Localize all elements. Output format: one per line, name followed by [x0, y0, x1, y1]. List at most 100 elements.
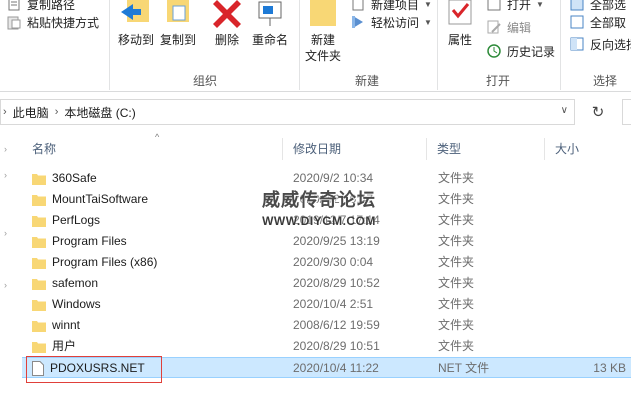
new-folder-button[interactable]: 新建 文件夹 [302, 0, 344, 64]
chevron-down-icon: ▼ [536, 0, 544, 9]
file-name: 360Safe [52, 171, 97, 185]
chevron-right-icon[interactable]: › [4, 280, 7, 290]
chevron-right-icon[interactable]: › [4, 170, 7, 180]
select-none-button[interactable]: 全部取 [569, 12, 626, 32]
column-type[interactable]: 类型 [427, 136, 544, 162]
file-name: 用户 [52, 339, 77, 353]
folder-icon [32, 173, 46, 185]
rename-button[interactable]: 重命名 [250, 0, 290, 48]
address-bar[interactable]: › 此电脑 › 本地磁盘 (C:) ∨ [0, 99, 575, 125]
edit-label: 编辑 [507, 20, 532, 35]
folder-icon [32, 215, 46, 227]
chevron-right-icon: › [3, 106, 7, 118]
file-name-cell: MountTaiSoftware [32, 189, 148, 210]
open-label: 打开 [507, 0, 532, 12]
move-to-icon [121, 0, 149, 22]
edit-icon [487, 20, 501, 34]
folder-icon [32, 320, 46, 332]
rename-label: 重命名 [251, 33, 288, 47]
file-row[interactable]: Program Files (x86) 2020/9/30 0:04 文件夹 [22, 252, 631, 273]
open-group-label: 打开 [485, 74, 510, 88]
file-row[interactable]: safemon 2020/8/29 10:52 文件夹 [22, 273, 631, 294]
file-date: 2019/12/7 17:14 [293, 213, 380, 227]
folder-icon [32, 278, 46, 290]
invert-selection-label: 反向选择 [590, 37, 631, 52]
file-name: safemon [52, 276, 99, 290]
select-all-icon [570, 0, 584, 11]
history-icon [487, 44, 501, 58]
easy-access-icon [352, 16, 363, 28]
ribbon: 复制路径 粘贴快捷方式 移动到 复制到 删除 重命名 组织 新建 文件夹 新建项… [0, 0, 631, 92]
chevron-down-icon: ▼ [424, 0, 432, 9]
file-name-cell: PerfLogs [32, 210, 100, 231]
file-type: NET 文件 [438, 361, 490, 375]
file-type: 文件夹 [438, 234, 475, 248]
folder-icon [32, 341, 46, 353]
file-name: Windows [52, 297, 101, 311]
file-row[interactable]: winnt 2008/6/12 19:59 文件夹 [22, 315, 631, 336]
file-size [556, 336, 626, 357]
new-folder-label: 新建 文件夹 [304, 33, 341, 63]
file-name: PerfLogs [52, 213, 101, 227]
refresh-button[interactable]: ↻ [582, 99, 614, 125]
open-button[interactable]: 打开 ▼ [486, 0, 544, 14]
breadcrumb-local-disk[interactable]: 本地磁盘 (C:) [64, 104, 135, 121]
group-divider [560, 0, 561, 90]
move-to-button[interactable]: 移动到 [116, 0, 156, 48]
paste-shortcut-button[interactable]: 粘贴快捷方式 [6, 12, 99, 32]
edit-button[interactable]: 编辑 [486, 17, 531, 37]
file-type: 文件夹 [438, 192, 475, 206]
rename-icon [258, 1, 282, 26]
file-name: Program Files [52, 234, 127, 248]
select-none-icon [570, 15, 584, 29]
breadcrumb-this-pc[interactable]: 此电脑 [13, 104, 49, 121]
file-row[interactable]: PerfLogs 2019/12/7 17:14 文件夹 [22, 210, 631, 231]
file-name-cell: Program Files [32, 231, 127, 252]
chevron-down-icon[interactable]: ∨ [561, 105, 568, 116]
move-to-label: 移动到 [117, 33, 154, 47]
file-type: 文件夹 [438, 339, 475, 353]
search-box[interactable] [622, 99, 631, 125]
folder-icon [32, 236, 46, 248]
file-name: winnt [52, 318, 81, 332]
easy-access-button[interactable]: 轻松访问 ▼ [350, 12, 432, 32]
file-row[interactable]: PDOXUSRS.NET 2020/10/4 11:22 NET 文件 13 KB [22, 357, 631, 378]
select-none-label: 全部取 [590, 15, 627, 30]
delete-label: 删除 [214, 33, 239, 47]
file-row[interactable]: 360Safe 2020/9/2 10:34 文件夹 [22, 168, 631, 189]
file-row[interactable]: 用户 2020/8/29 10:51 文件夹 [22, 336, 631, 357]
file-row[interactable]: Program Files 2020/9/25 13:19 文件夹 [22, 231, 631, 252]
file-name-cell: PDOXUSRS.NET [32, 358, 145, 379]
history-button[interactable]: 历史记录 [486, 41, 555, 61]
file-name-cell: winnt [32, 315, 80, 336]
column-name[interactable]: 名称 [22, 136, 282, 162]
copy-to-button[interactable]: 复制到 [158, 0, 198, 48]
chevron-right-icon[interactable]: › [4, 144, 7, 154]
file-rows: 360Safe 2020/9/2 10:34 文件夹 MountTaiSoftware… [22, 168, 631, 378]
new-item-label: 新建项目 [371, 0, 420, 12]
copy-path-label: 复制路径 [27, 0, 76, 12]
new-folder-icon [310, 0, 336, 26]
file-size [556, 231, 626, 252]
file-row[interactable]: Windows 2020/10/4 2:51 文件夹 [22, 294, 631, 315]
column-date[interactable]: 修改日期 [283, 136, 426, 162]
folder-icon [32, 299, 46, 311]
new-item-icon [352, 0, 364, 11]
file-name-cell: Program Files (x86) [32, 252, 157, 273]
properties-button[interactable]: 属性 [442, 0, 478, 48]
select-group-label: 选择 [592, 74, 617, 88]
open-icon [487, 0, 501, 11]
file-size [556, 189, 626, 210]
chevron-right-icon: › [54, 106, 59, 118]
easy-access-label: 轻松访问 [371, 15, 420, 30]
file-row[interactable]: MountTaiSoftware 2020/9/2 10:47 文件夹 [22, 189, 631, 210]
chevron-right-icon[interactable]: › [4, 228, 7, 238]
file-size [556, 294, 626, 315]
invert-selection-icon [570, 37, 584, 51]
invert-selection-button[interactable]: 反向选择 [569, 34, 631, 54]
file-name: Program Files (x86) [52, 255, 158, 269]
delete-button[interactable]: 删除 [210, 0, 244, 48]
file-name-cell: safemon [32, 273, 98, 294]
paste-shortcut-label: 粘贴快捷方式 [27, 15, 100, 30]
column-size[interactable]: 大小 [545, 136, 631, 162]
